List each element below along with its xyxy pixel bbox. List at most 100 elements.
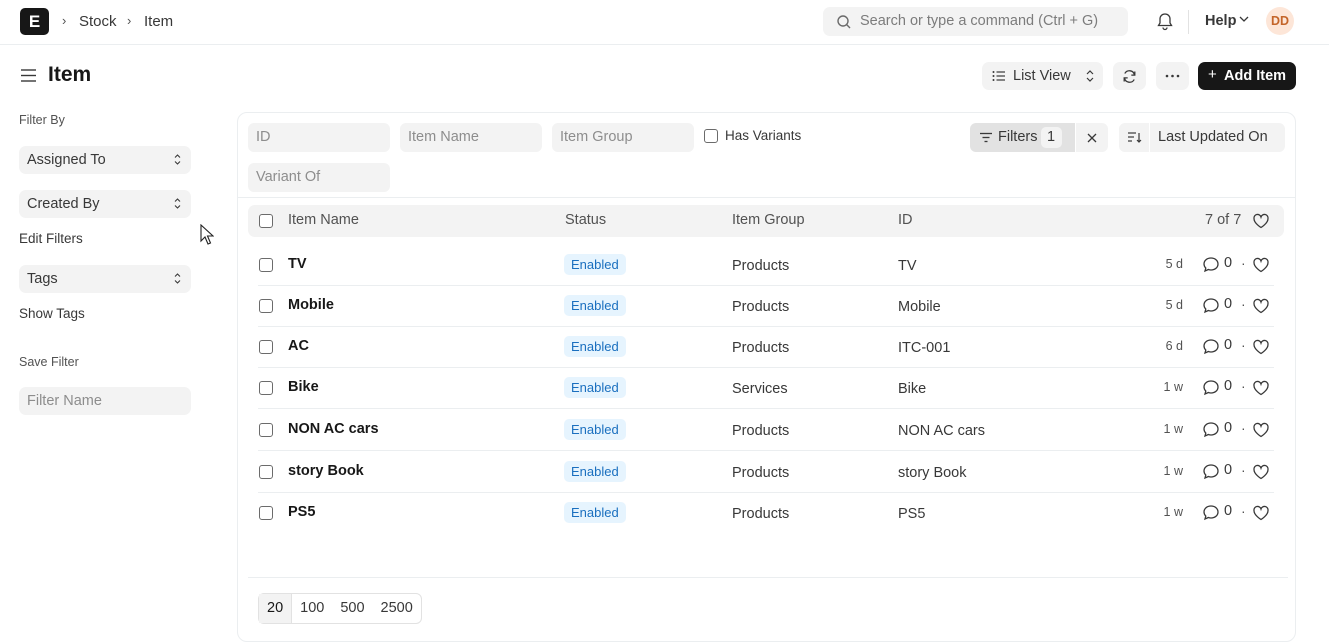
row-checkbox[interactable] [259,340,273,354]
has-variants-label: Has Variants [725,128,802,143]
filter-by-heading: Filter By [19,113,65,127]
help-menu[interactable]: Help [1205,13,1236,29]
item-name-link[interactable]: NON AC cars [288,421,379,437]
comment-count: 0 [1224,296,1233,312]
breadcrumb-stock[interactable]: Stock [79,13,117,30]
heart-icon[interactable] [1252,213,1270,229]
row-checkbox[interactable] [259,258,273,272]
item-group-cell: Products [732,299,790,315]
page-length-500[interactable]: 500 [332,594,372,623]
heart-icon[interactable] [1252,380,1270,396]
has-variants-checkbox[interactable] [704,129,718,143]
updown-icon [174,198,181,209]
list-view-label: List View [1013,68,1071,84]
created-by-select[interactable]: Created By [19,190,191,218]
comment-icon[interactable] [1202,379,1220,396]
updown-icon [174,154,181,165]
modified-time: 1 w [1163,380,1183,394]
row-checkbox[interactable] [259,381,273,395]
search-input[interactable]: Search or type a command (Ctrl + G) [823,7,1128,36]
page-length-20[interactable]: 20 [259,594,293,623]
table-row[interactable]: NON AC cars Enabled Products NON AC cars… [248,410,1284,451]
add-item-button[interactable]: + Add Item [1198,62,1296,90]
assigned-to-select[interactable]: Assigned To [19,146,191,174]
heart-icon[interactable] [1252,505,1270,521]
item-name-filter-placeholder: Item Name [408,129,479,145]
comment-icon[interactable] [1202,504,1220,521]
updown-icon [174,273,181,284]
row-checkbox[interactable] [259,423,273,437]
plus-icon: + [1208,66,1217,83]
row-checkbox[interactable] [259,299,273,313]
heart-icon[interactable] [1252,298,1270,314]
id-filter-input[interactable]: ID [248,123,390,152]
heart-icon[interactable] [1252,422,1270,438]
filters-button[interactable]: Filters 1 [970,123,1075,152]
comment-icon[interactable] [1202,256,1220,273]
refresh-button[interactable] [1113,62,1146,90]
comment-icon[interactable] [1202,297,1220,314]
navbar: E › Stock › Item Search or type a comman… [0,0,1329,45]
item-name-link[interactable]: story Book [288,463,364,479]
comment-icon[interactable] [1202,463,1220,480]
heart-icon[interactable] [1252,257,1270,273]
modified-time: 5 d [1165,298,1183,312]
item-name-link[interactable]: Mobile [288,297,334,313]
header-item-group: Item Group [732,212,805,228]
page-length-100[interactable]: 100 [292,594,332,623]
tags-select[interactable]: Tags [19,265,191,293]
modified-time: 1 w [1163,464,1183,478]
breadcrumb-item[interactable]: Item [144,13,173,30]
select-all-checkbox[interactable] [259,214,273,228]
comment-icon[interactable] [1202,338,1220,355]
bell-icon[interactable] [1156,12,1174,31]
table-row[interactable]: Mobile Enabled Products Mobile 5 d 0 · [248,286,1284,327]
separator-dot: · [1241,255,1246,271]
avatar[interactable]: DD [1266,7,1294,35]
variant-of-filter-input[interactable]: Variant Of [248,163,390,192]
table-row[interactable]: AC Enabled Products ITC-001 6 d 0 · [248,327,1284,368]
tags-label: Tags [27,271,58,287]
clear-filters-button[interactable] [1076,123,1108,152]
heart-icon[interactable] [1252,339,1270,355]
app-logo[interactable]: E [20,8,49,35]
item-name-link[interactable]: AC [288,338,309,354]
status-badge: Enabled [564,419,626,440]
id-cell: Bike [898,381,927,397]
status-badge: Enabled [564,295,626,316]
heart-icon[interactable] [1252,464,1270,480]
item-name-filter-input[interactable]: Item Name [400,123,542,152]
table-row[interactable]: TV Enabled Products TV 5 d 0 · [248,245,1284,286]
separator-dot: · [1241,296,1246,312]
row-checkbox[interactable] [259,506,273,520]
id-cell: story Book [898,465,967,481]
item-group-filter-input[interactable]: Item Group [552,123,694,152]
item-name-link[interactable]: PS5 [288,504,315,520]
comment-count: 0 [1224,420,1233,436]
item-group-cell: Products [732,465,790,481]
hamburger-menu-icon[interactable] [20,68,37,83]
chevron-right-icon: › [127,13,132,28]
sort-by-label: Last Updated On [1158,129,1268,145]
table-row[interactable]: PS5 Enabled Products PS5 1 w 0 · [248,493,1284,534]
sort-order-button[interactable] [1119,123,1149,152]
filter-name-input[interactable]: Filter Name [19,387,191,415]
list-view-button[interactable]: List View [982,62,1103,90]
item-name-link[interactable]: Bike [288,379,319,395]
id-cell: PS5 [898,506,926,522]
updown-icon [1086,70,1094,82]
more-options-button[interactable] [1156,62,1189,90]
item-group-cell: Products [732,423,790,439]
edit-filters-link[interactable]: Edit Filters [19,231,83,246]
page-length-2500[interactable]: 2500 [373,594,421,623]
chevron-right-icon: › [62,13,67,28]
table-row[interactable]: story Book Enabled Products story Book 1… [248,452,1284,493]
show-tags-link[interactable]: Show Tags [19,306,85,321]
sort-by-button[interactable]: Last Updated On [1150,123,1285,152]
item-name-link[interactable]: TV [288,256,307,272]
chevron-down-icon[interactable] [1239,16,1249,23]
comment-icon[interactable] [1202,421,1220,438]
row-checkbox[interactable] [259,465,273,479]
item-group-cell: Services [732,381,788,397]
table-row[interactable]: Bike Enabled Services Bike 1 w 0 · [248,368,1284,409]
